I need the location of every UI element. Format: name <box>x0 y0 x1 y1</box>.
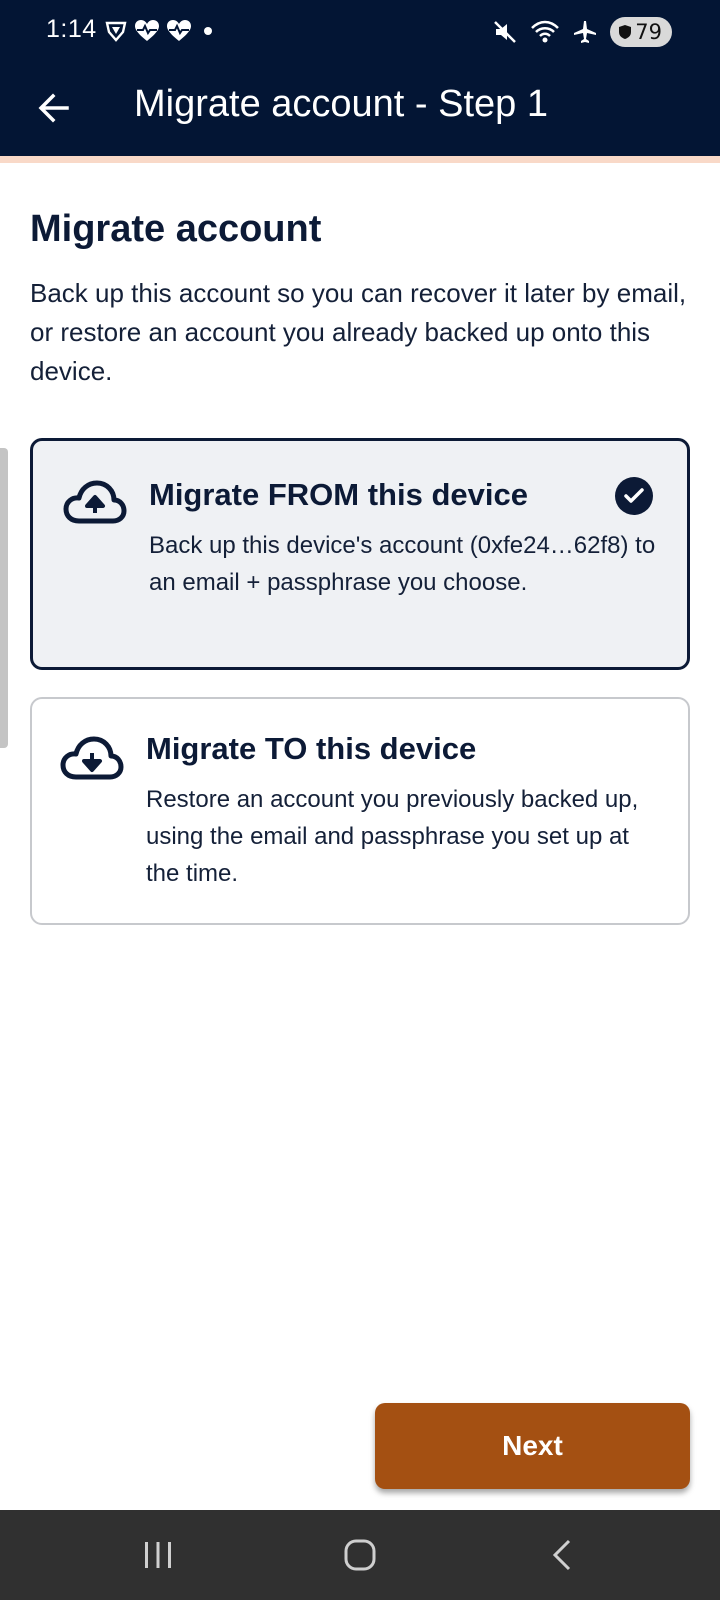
check-circle-icon <box>615 477 653 515</box>
dot-icon <box>204 27 212 35</box>
option-from-title: Migrate FROM this device <box>149 477 528 512</box>
option-to-description: Restore an account you previously backed… <box>146 786 639 887</box>
airplane-icon <box>574 21 597 43</box>
recent-apps-icon[interactable] <box>128 1532 188 1578</box>
system-nav-bar <box>0 1510 720 1600</box>
status-time: 1:14 <box>46 15 97 43</box>
status-bar: 1:14 79 <box>0 0 720 62</box>
arrow-left-icon <box>38 93 69 123</box>
option-migrate-from[interactable]: Migrate FROM this device Back up this de… <box>30 438 690 670</box>
home-icon[interactable] <box>330 1532 390 1578</box>
option-migrate-to[interactable]: Migrate TO this device Restore an accoun… <box>30 697 690 925</box>
option-from-description: Back up this device's account (0xfe24…62… <box>149 532 656 596</box>
back-button[interactable] <box>26 80 82 136</box>
next-button[interactable]: Next <box>375 1403 690 1489</box>
heartbeat-icon <box>135 20 159 41</box>
app-bar-accent-line <box>0 156 720 163</box>
intro-text: Back up this account so you can recover … <box>30 278 687 386</box>
status-right-icons: 79 <box>492 17 672 47</box>
page-title: Migrate account <box>30 208 322 250</box>
app-bar: Migrate account - Step 1 <box>0 62 720 156</box>
cloud-download-icon <box>60 736 124 780</box>
mute-icon <box>494 21 517 43</box>
cloud-upload-icon <box>63 480 127 524</box>
back-icon[interactable] <box>532 1532 592 1578</box>
battery-icon: 79 <box>610 17 672 47</box>
battery-level: 79 <box>635 20 662 44</box>
heartbeat-icon <box>167 20 191 41</box>
scroll-indicator <box>0 448 8 748</box>
app-bar-title: Migrate account - Step 1 <box>134 83 548 125</box>
vpn-shield-icon <box>105 21 127 42</box>
option-to-title: Migrate TO this device <box>146 731 477 766</box>
status-left-icons <box>104 19 216 43</box>
wifi-icon <box>531 20 560 43</box>
